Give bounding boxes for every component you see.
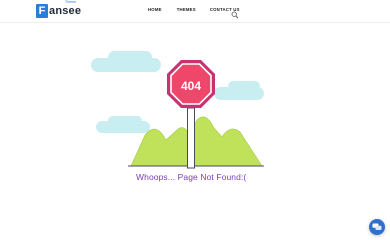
cloud-right	[214, 81, 264, 100]
cloud-bottom	[96, 116, 150, 133]
sign-post	[187, 107, 195, 169]
chat-icon	[372, 223, 382, 230]
mountains	[130, 116, 263, 167]
not-found-message: Whoops... Page Not Found:(	[136, 172, 247, 182]
not-found-illustration: 404	[91, 51, 264, 169]
chat-button[interactable]	[369, 219, 385, 235]
cloud-left	[91, 51, 161, 72]
error-code: 404	[181, 79, 201, 93]
